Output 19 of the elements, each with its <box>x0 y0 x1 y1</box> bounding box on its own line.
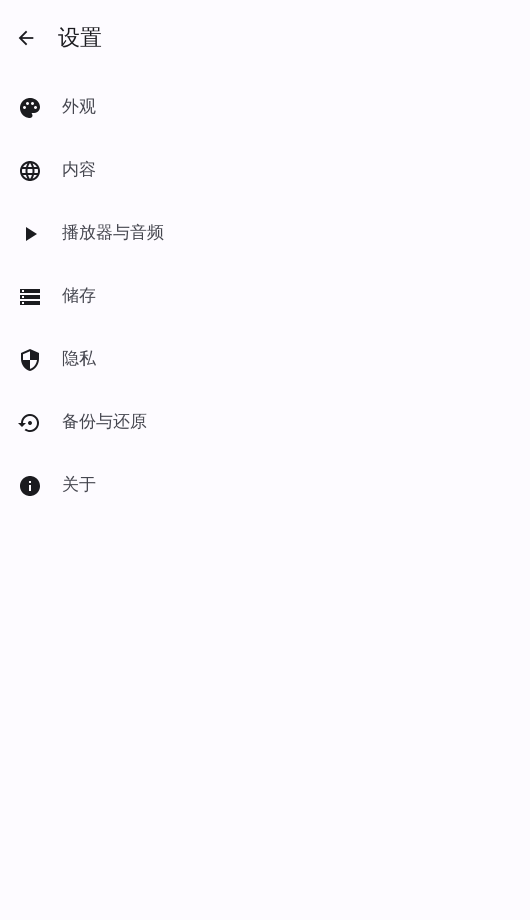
settings-item-label: 内容 <box>62 158 96 182</box>
palette-icon <box>18 96 42 120</box>
settings-item[interactable]: 关于 <box>0 454 530 517</box>
shield-icon <box>18 348 42 372</box>
settings-item[interactable]: 播放器与音频 <box>0 202 530 265</box>
settings-item-label: 播放器与音频 <box>62 222 164 245</box>
settings-item[interactable]: 外观 <box>0 76 530 139</box>
settings-item[interactable]: 内容 <box>0 139 530 202</box>
settings-item-label: 关于 <box>62 474 96 497</box>
settings-item-label: 外观 <box>62 96 96 119</box>
settings-item[interactable]: 储存 <box>0 265 530 328</box>
settings-item[interactable]: 隐私 <box>0 328 530 391</box>
info-icon <box>18 474 42 498</box>
globe-icon <box>18 158 42 182</box>
settings-item-label: 储存 <box>62 284 96 308</box>
settings-item-label: 隐私 <box>62 348 96 371</box>
settings-item-label: 备份与还原 <box>62 410 147 434</box>
settings-item[interactable]: 备份与还原 <box>0 391 530 454</box>
page-title: 设置 <box>58 24 102 52</box>
